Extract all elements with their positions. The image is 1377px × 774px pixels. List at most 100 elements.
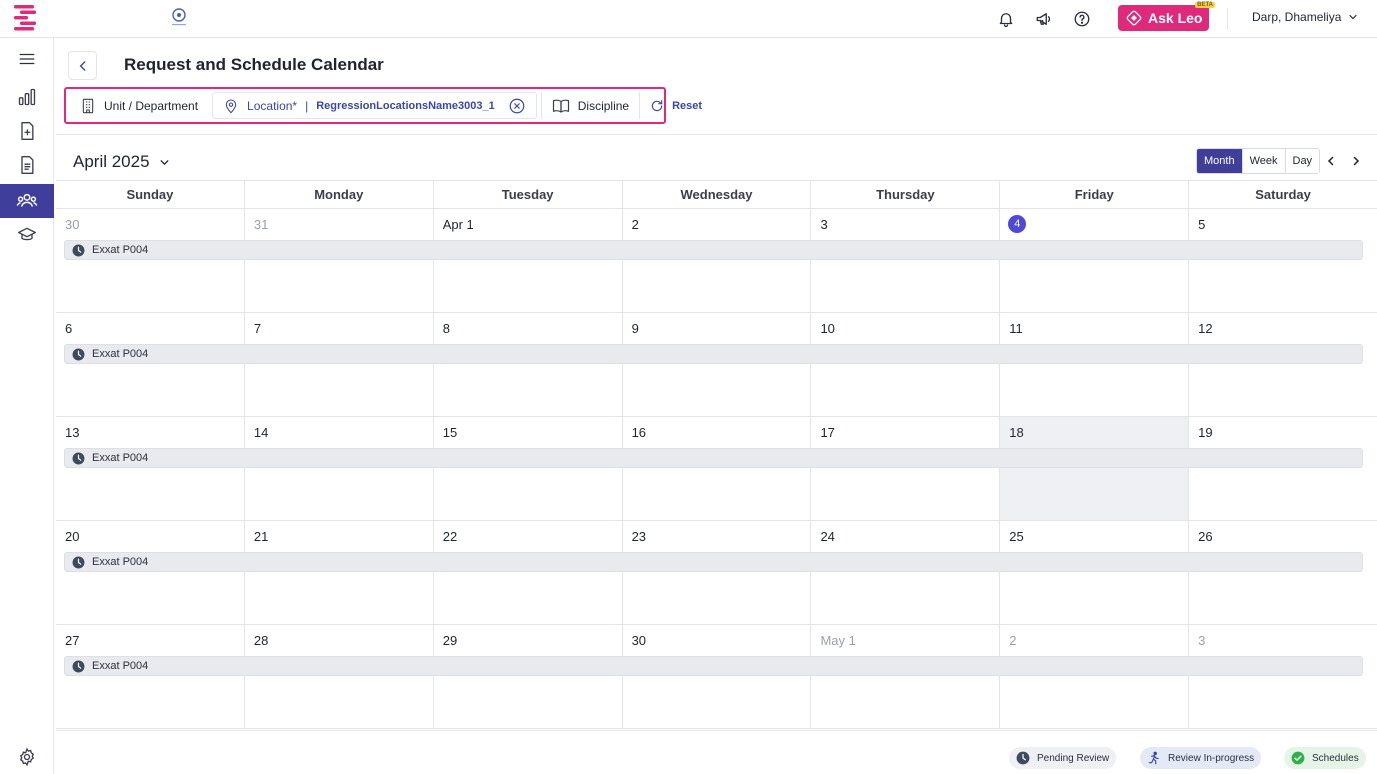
day-cell[interactable]: 16 (621, 417, 811, 520)
day-number: 30 (65, 217, 80, 232)
clock-icon (72, 452, 85, 465)
sidebar-item-settings[interactable] (0, 740, 54, 774)
clock-icon (72, 660, 85, 673)
megaphone-icon[interactable] (1033, 8, 1055, 30)
day-cell[interactable]: 21 (243, 521, 433, 624)
weekday-header-row: Sunday Monday Tuesday Wednesday Thursday… (56, 180, 1377, 209)
day-cell[interactable]: 30 (56, 209, 244, 312)
bell-icon[interactable] (995, 8, 1017, 30)
ask-leo-button[interactable]: Ask Leo BETA (1118, 2, 1215, 31)
day-cell[interactable]: 17 (810, 417, 999, 520)
day-cell[interactable]: 8 (432, 313, 622, 416)
view-switcher: Month Week Day (1196, 148, 1321, 174)
day-number: 15 (442, 425, 458, 440)
ask-leo-icon (1126, 10, 1142, 26)
location-value: RegressionLocationsName3003_1 (316, 99, 495, 112)
day-cell[interactable]: 12 (1188, 313, 1377, 416)
calendar-event[interactable]: Exxat P004 (64, 552, 1363, 572)
beta-badge: BETA (1195, 2, 1215, 8)
day-cell[interactable]: 28 (243, 625, 433, 728)
month-picker[interactable]: April 2025 (73, 152, 171, 172)
day-cell[interactable]: 19 (1188, 417, 1377, 520)
sidebar-menu-toggle[interactable] (0, 42, 54, 76)
day-cell-today[interactable]: 4 (999, 209, 1188, 312)
day-number: 22 (442, 529, 458, 544)
day-number: 27 (65, 633, 80, 648)
day-cell[interactable]: 5 (1188, 209, 1377, 312)
ask-leo-label: Ask Leo (1148, 10, 1203, 26)
day-cell[interactable]: 31 (243, 209, 433, 312)
day-cell[interactable]: Apr 1 (432, 209, 622, 312)
sidebar-item-people[interactable] (0, 184, 54, 218)
sidebar-item-new-request[interactable] (0, 114, 54, 148)
week-row: 27 28 29 30 May 1 2 3 Exxat P004 (56, 625, 1377, 729)
day-cell[interactable]: 20 (56, 521, 244, 624)
location-filter[interactable]: Location* | RegressionLocationsName3003_… (212, 92, 537, 119)
help-icon[interactable] (1071, 8, 1093, 30)
day-cell[interactable]: 2 (621, 209, 811, 312)
day-cell-highlighted[interactable]: 18 (999, 417, 1189, 520)
calendar-event[interactable]: Exxat P004 (64, 344, 1363, 364)
day-cell[interactable]: 11 (999, 313, 1188, 416)
clock-icon (72, 348, 85, 361)
day-cell[interactable]: 22 (432, 521, 622, 624)
day-cell[interactable]: 3 (1188, 625, 1377, 728)
event-title: Exxat P004 (92, 348, 149, 360)
sidebar-item-reports[interactable] (0, 80, 54, 114)
day-cell[interactable]: 30 (621, 625, 811, 728)
unit-department-filter[interactable]: Unit / Department (70, 92, 208, 119)
view-day-button[interactable]: Day (1284, 149, 1320, 173)
day-cell[interactable]: 29 (432, 625, 622, 728)
legend-pending-review: Pending Review (1009, 747, 1117, 769)
view-month-button[interactable]: Month (1197, 149, 1242, 173)
day-number: 20 (65, 529, 80, 544)
discipline-filter[interactable]: Discipline (540, 92, 639, 119)
chevron-right-icon (1350, 155, 1362, 167)
day-number: 21 (253, 529, 269, 544)
exxat-logo-icon[interactable] (12, 4, 40, 32)
sidebar (0, 38, 54, 774)
weekday-header: Thursday (810, 181, 999, 208)
organization-seal-icon (168, 6, 190, 28)
day-cell[interactable]: 15 (432, 417, 622, 520)
day-cell[interactable]: May 1 (810, 625, 999, 728)
calendar-event[interactable]: Exxat P004 (64, 240, 1363, 260)
day-number: 3 (820, 217, 828, 232)
day-number: 30 (631, 633, 647, 648)
building-icon (80, 98, 96, 114)
day-cell[interactable]: 27 (56, 625, 244, 728)
weekday-header: Saturday (1188, 181, 1377, 208)
calendar-event[interactable]: Exxat P004 (64, 448, 1363, 468)
day-cell[interactable]: 9 (621, 313, 811, 416)
day-cell[interactable]: 26 (1188, 521, 1377, 624)
user-menu[interactable]: Darp, Dhameliya (1252, 10, 1359, 24)
discipline-label: Discipline (577, 98, 630, 113)
day-cell[interactable]: 24 (810, 521, 999, 624)
next-month-button[interactable] (1348, 153, 1364, 169)
day-cell[interactable]: 23 (621, 521, 811, 624)
day-number: Apr 1 (442, 217, 474, 232)
week-row: 6 7 8 9 10 11 12 Exxat P004 (56, 313, 1377, 417)
weekday-header: Monday (243, 181, 433, 208)
day-number: 2 (631, 217, 639, 232)
day-cell[interactable]: 25 (999, 521, 1188, 624)
sidebar-item-education[interactable] (0, 218, 54, 252)
location-separator: | (305, 98, 309, 113)
day-cell[interactable]: 2 (999, 625, 1188, 728)
day-number: 11 (1009, 321, 1023, 336)
event-title: Exxat P004 (92, 244, 149, 256)
day-cell[interactable]: 6 (56, 313, 244, 416)
day-cell[interactable]: 13 (56, 417, 244, 520)
sidebar-item-documents[interactable] (0, 148, 54, 182)
day-cell[interactable]: 7 (243, 313, 433, 416)
clear-location-icon[interactable] (508, 97, 526, 115)
previous-month-button[interactable] (1323, 153, 1339, 169)
day-cell[interactable]: 10 (810, 313, 999, 416)
back-button[interactable] (68, 51, 97, 80)
chevron-down-icon (158, 156, 171, 169)
view-week-button[interactable]: Week (1241, 149, 1285, 173)
calendar-event[interactable]: Exxat P004 (64, 656, 1363, 676)
day-cell[interactable]: 14 (243, 417, 433, 520)
reset-button[interactable]: Reset (639, 92, 712, 119)
day-cell[interactable]: 3 (810, 209, 999, 312)
